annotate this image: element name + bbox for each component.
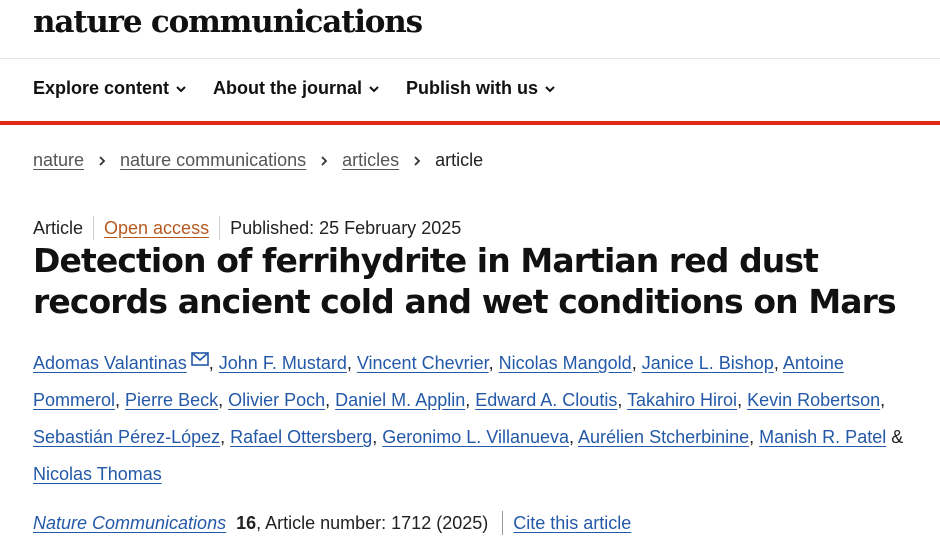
author-link[interactable]: Pierre Beck xyxy=(125,390,218,410)
nav-publish-with-us[interactable]: Publish with us xyxy=(406,78,556,99)
open-access-link[interactable]: Open access xyxy=(104,218,209,239)
author-link[interactable]: Vincent Chevrier xyxy=(357,353,489,373)
chevron-down-icon xyxy=(176,85,186,92)
breadcrumb: nature nature communications articles ar… xyxy=(33,150,483,171)
chevron-down-icon xyxy=(545,85,555,92)
author-list: Adomas Valantinas, John F. Mustard, Vinc… xyxy=(33,352,904,484)
author-link[interactable]: Olivier Poch xyxy=(228,390,325,410)
breadcrumb-nature-communications[interactable]: nature communications xyxy=(120,150,306,171)
mail-icon[interactable] xyxy=(190,352,209,366)
author-link[interactable]: Kevin Robertson xyxy=(747,390,880,410)
author-link[interactable]: Rafael Ottersberg xyxy=(230,427,372,447)
meta-divider xyxy=(93,216,95,240)
author-link[interactable]: Nicolas Mangold xyxy=(499,353,632,373)
published-date: Published: 25 February 2025 xyxy=(230,217,462,238)
chevron-right-icon xyxy=(414,155,421,166)
citation-line: Nature Communications 16 , Article numbe… xyxy=(33,511,631,535)
author-link[interactable]: Takahiro Hiroi xyxy=(627,390,737,410)
citation-divider xyxy=(502,511,504,535)
article-number: , Article number: 1712 (2025) xyxy=(256,512,489,533)
chevron-right-icon xyxy=(321,155,328,166)
breadcrumb-articles[interactable]: articles xyxy=(342,150,399,171)
author-link[interactable]: Edward A. Cloutis xyxy=(475,390,617,410)
article-type: Article xyxy=(33,217,84,238)
author-link[interactable]: Aurélien Stcherbinine xyxy=(578,427,749,447)
author-link[interactable]: Manish R. Patel xyxy=(759,427,886,447)
chevron-right-icon xyxy=(99,155,106,166)
volume-number: 16 xyxy=(236,512,257,533)
article-title: Detection of ferrihydrite in Martian red… xyxy=(33,241,897,321)
chevron-down-icon xyxy=(369,85,379,92)
author-link[interactable]: Daniel M. Applin xyxy=(335,390,465,410)
breadcrumb-current: article xyxy=(435,150,484,170)
accent-bar xyxy=(0,121,940,125)
author-link[interactable]: Nicolas Thomas xyxy=(33,464,162,484)
breadcrumb-nature[interactable]: nature xyxy=(33,150,84,171)
header-divider xyxy=(0,58,940,59)
nav-explore-content[interactable]: Explore content xyxy=(33,78,187,99)
meta-divider xyxy=(219,216,221,240)
journal-link[interactable]: Nature Communications xyxy=(33,513,226,534)
nav-item-label: Publish with us xyxy=(406,78,539,98)
author-link[interactable]: Sebastián Pérez-López xyxy=(33,427,220,447)
author-link[interactable]: Geronimo L. Villanueva xyxy=(382,427,569,447)
nav-about-the-journal[interactable]: About the journal xyxy=(213,78,380,99)
author-link[interactable]: John F. Mustard xyxy=(219,353,347,373)
cite-this-article-link[interactable]: Cite this article xyxy=(513,513,631,534)
author-link[interactable]: Janice L. Bishop xyxy=(642,353,774,373)
author-link[interactable]: Adomas Valantinas xyxy=(33,353,187,373)
journal-logo[interactable]: nature communications xyxy=(33,4,423,40)
nav-item-label: About the journal xyxy=(213,78,363,98)
nav-item-label: Explore content xyxy=(33,78,170,98)
article-meta: Article Open access Published: 25 Februa… xyxy=(33,216,461,240)
main-nav: Explore content About the journal Publis… xyxy=(33,78,556,99)
